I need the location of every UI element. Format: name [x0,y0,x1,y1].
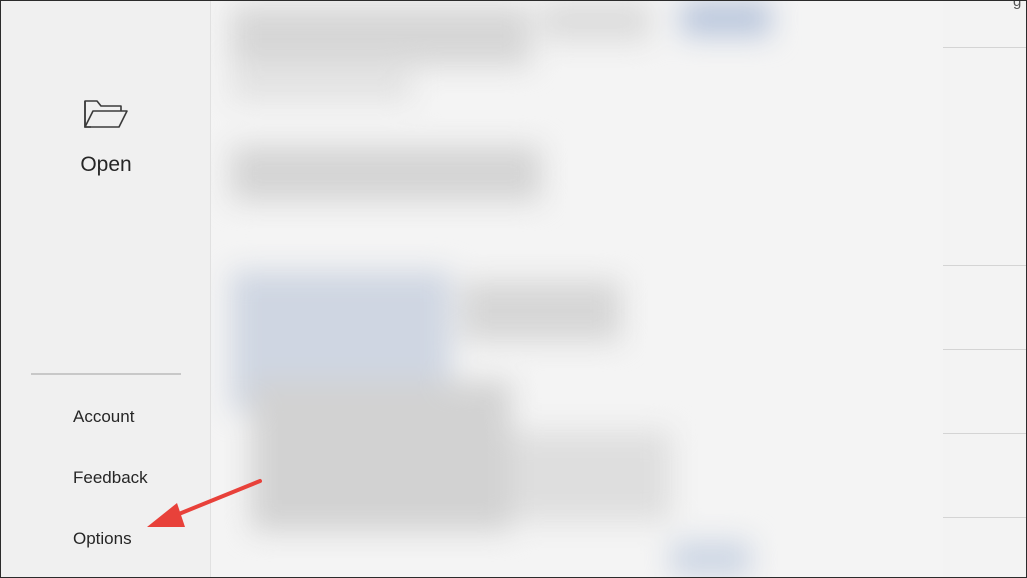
app-window: Open Account Feedback Options g [0,0,1027,578]
sidebar-item-account[interactable]: Account [73,407,134,427]
truncated-text: g [1013,0,1022,10]
sidebar-divider [31,373,181,375]
blurred-content [211,1,943,577]
right-panel: g [943,1,1026,577]
folder-open-icon [83,97,129,133]
sidebar-item-feedback[interactable]: Feedback [73,468,148,488]
sidebar-item-options[interactable]: Options [73,529,132,549]
divider [943,349,1026,350]
backstage-sidebar: Open Account Feedback Options [1,1,211,577]
open-label: Open [80,153,132,176]
blurred-content-area [211,1,943,577]
divider [943,265,1026,266]
divider [943,517,1026,518]
divider [943,433,1026,434]
open-button[interactable]: Open [31,81,181,191]
divider [943,47,1026,48]
